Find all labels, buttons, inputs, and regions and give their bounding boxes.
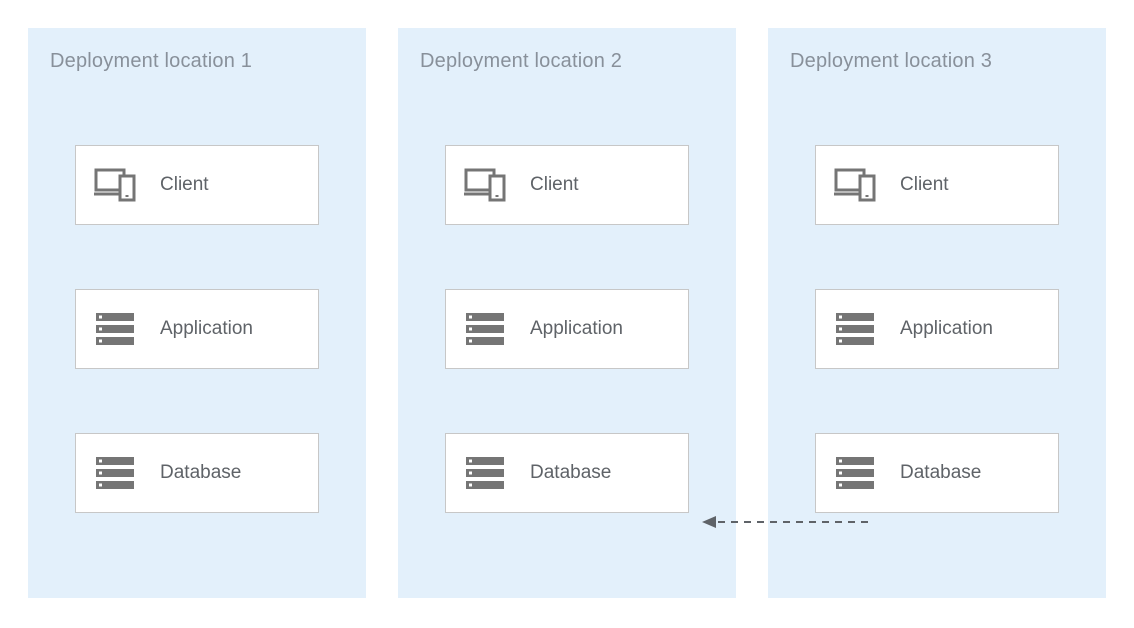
arrow-down-icon xyxy=(936,225,938,289)
devices-icon xyxy=(94,164,136,206)
node-application: Application xyxy=(815,289,1059,369)
diagram-canvas: Deployment location 1 Client xyxy=(0,0,1134,628)
node-database: Database xyxy=(75,433,319,513)
node-label: Application xyxy=(900,318,993,340)
node-label: Client xyxy=(900,174,949,196)
server-icon xyxy=(834,452,876,494)
node-client: Client xyxy=(445,145,689,225)
node-application: Application xyxy=(75,289,319,369)
node-client: Client xyxy=(75,145,319,225)
server-icon xyxy=(834,308,876,350)
node-label: Database xyxy=(900,462,981,484)
node-label: Application xyxy=(160,318,253,340)
arrow-down-icon xyxy=(566,369,568,433)
arrow-down-icon xyxy=(936,369,938,433)
region-title: Deployment location 3 xyxy=(790,50,992,73)
region-loc2: Deployment location 2 Client xyxy=(398,28,736,598)
node-client: Client xyxy=(815,145,1059,225)
region-title: Deployment location 1 xyxy=(50,50,252,73)
node-label: Application xyxy=(530,318,623,340)
arrow-down-icon xyxy=(196,225,198,289)
region-loc1: Deployment location 1 Client xyxy=(28,28,366,598)
devices-icon xyxy=(464,164,506,206)
devices-icon xyxy=(834,164,876,206)
server-icon xyxy=(94,308,136,350)
node-database: Database xyxy=(445,433,689,513)
region-title: Deployment location 2 xyxy=(420,50,622,73)
arrow-down-icon xyxy=(566,225,568,289)
arrow-down-icon xyxy=(196,369,198,433)
node-label: Client xyxy=(160,174,209,196)
node-label: Client xyxy=(530,174,579,196)
dashed-arrow-left-icon xyxy=(700,512,870,532)
node-application: Application xyxy=(445,289,689,369)
server-icon xyxy=(94,452,136,494)
server-icon xyxy=(464,308,506,350)
server-icon xyxy=(464,452,506,494)
node-label: Database xyxy=(160,462,241,484)
node-label: Database xyxy=(530,462,611,484)
node-database: Database xyxy=(815,433,1059,513)
